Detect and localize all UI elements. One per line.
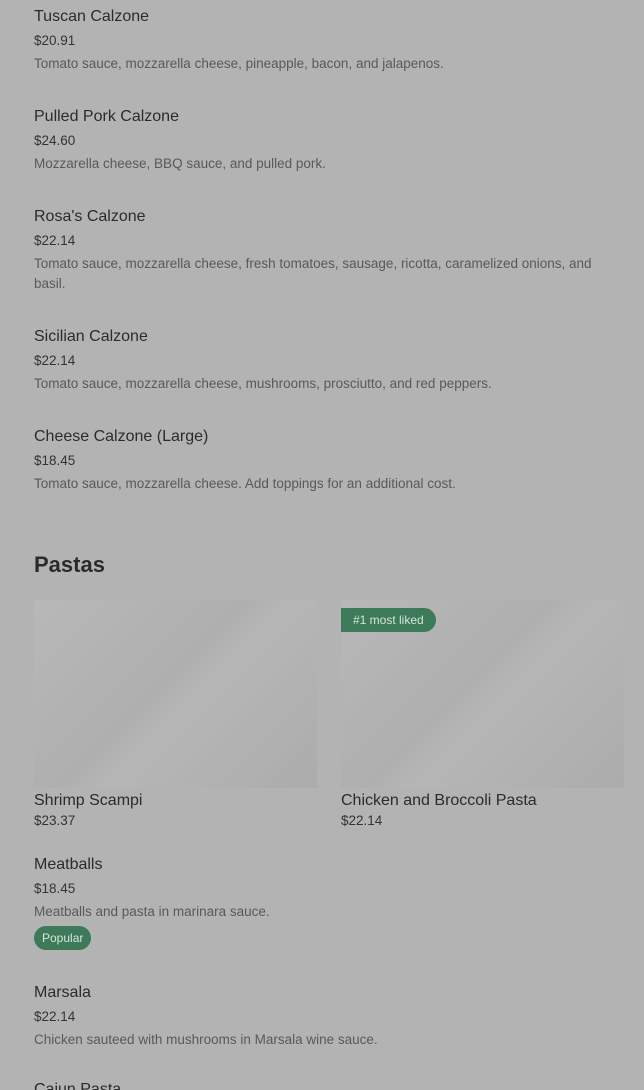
menu-item-rosas-calzone[interactable]: Rosa's Calzone $22.14 Tomato sauce, mozz… (34, 207, 610, 294)
item-price: $22.14 (34, 233, 76, 248)
item-description: Chicken sauteed with mushrooms in Marsal… (34, 1032, 378, 1047)
menu-item-cheese-calzone[interactable]: Cheese Calzone (Large) $18.45 Tomato sau… (34, 427, 610, 494)
item-name: Tuscan Calzone (34, 8, 150, 25)
card-price: $22.14 (341, 813, 383, 828)
most-liked-badge: #1 most liked (341, 608, 436, 632)
item-description: Tomato sauce, mozzarella cheese, mushroo… (34, 376, 492, 391)
item-name: Pulled Pork Calzone (34, 108, 179, 125)
card-name: Chicken and Broccoli Pasta (341, 792, 537, 809)
item-name: Sicilian Calzone (34, 328, 148, 345)
item-price: $18.45 (34, 881, 76, 896)
card-name: Shrimp Scampi (34, 792, 143, 809)
item-name: Rosa's Calzone (34, 208, 146, 225)
menu-item-marsala[interactable]: Marsala $22.14 Chicken sauteed with mush… (34, 983, 610, 1050)
item-price: $22.14 (34, 353, 76, 368)
item-name: Marsala (34, 984, 91, 1001)
menu-item-meatballs[interactable]: Meatballs $18.45 Meatballs and pasta in … (34, 855, 610, 950)
item-image[interactable]: #1 most liked (341, 600, 624, 788)
section-title-pastas: Pastas (34, 552, 105, 577)
item-description: Meatballs and pasta in marinara sauce. (34, 904, 270, 919)
item-description: Mozzarella cheese, BBQ sauce, and pulled… (34, 156, 326, 171)
menu-item-sicilian-calzone[interactable]: Sicilian Calzone $22.14 Tomato sauce, mo… (34, 327, 610, 394)
featured-card-chicken-broccoli-pasta[interactable]: #1 most liked Chicken and Broccoli Pasta… (341, 600, 624, 830)
item-price: $22.14 (34, 1009, 76, 1024)
item-description: Tomato sauce, mozzarella cheese, fresh t… (34, 256, 592, 291)
menu-item-tuscan-calzone[interactable]: Tuscan Calzone $20.91 Tomato sauce, mozz… (34, 7, 610, 74)
item-name: Meatballs (34, 856, 103, 873)
popular-badge: Popular (34, 926, 92, 950)
card-price: $23.37 (34, 813, 76, 828)
item-description: Tomato sauce, mozzarella cheese. Add top… (34, 476, 456, 491)
item-price: $18.45 (34, 453, 76, 468)
item-description: Tomato sauce, mozzarella cheese, pineapp… (34, 56, 444, 71)
menu-page: Tuscan Calzone $20.91 Tomato sauce, mozz… (0, 0, 644, 1090)
item-name: Cheese Calzone (Large) (34, 428, 209, 445)
item-price: $24.60 (34, 133, 76, 148)
item-price: $20.91 (34, 33, 76, 48)
featured-card-shrimp-scampi[interactable]: Shrimp Scampi $23.37 (34, 600, 317, 830)
menu-item-pulled-pork-calzone[interactable]: Pulled Pork Calzone $24.60 Mozzarella ch… (34, 107, 610, 174)
menu-item-cajun-pasta[interactable]: Cajun Pasta (34, 1080, 121, 1090)
item-image[interactable] (34, 600, 317, 788)
